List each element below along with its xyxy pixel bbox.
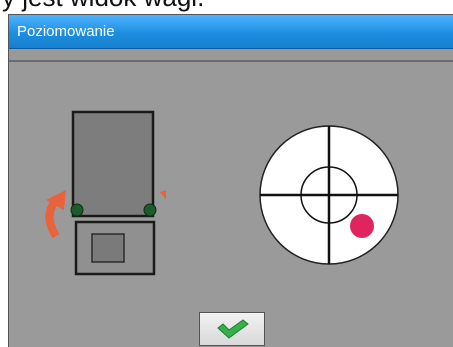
rotate-right-arrow-icon xyxy=(160,190,166,200)
window-title: Poziomowanie xyxy=(17,23,115,40)
screen: y jest widok wagi. Poziomowanie xyxy=(0,0,453,347)
leveling-window: Poziomowanie xyxy=(8,14,453,347)
leveling-panel xyxy=(9,60,453,347)
confirm-button[interactable] xyxy=(199,312,265,346)
scale-display xyxy=(91,233,125,263)
rotate-left-arrow-icon xyxy=(45,190,66,239)
document-caption-fragment: y jest widok wagi. xyxy=(2,0,204,10)
bubble-level-icon xyxy=(259,125,399,265)
scale-top-view-icon xyxy=(45,110,166,276)
checkmark-icon xyxy=(217,319,249,339)
level-bubble xyxy=(350,214,374,238)
scale-foot-right xyxy=(143,203,157,217)
scale-body xyxy=(71,110,155,218)
scale-foot-left xyxy=(70,203,84,217)
title-bar: Poziomowanie xyxy=(9,15,453,49)
